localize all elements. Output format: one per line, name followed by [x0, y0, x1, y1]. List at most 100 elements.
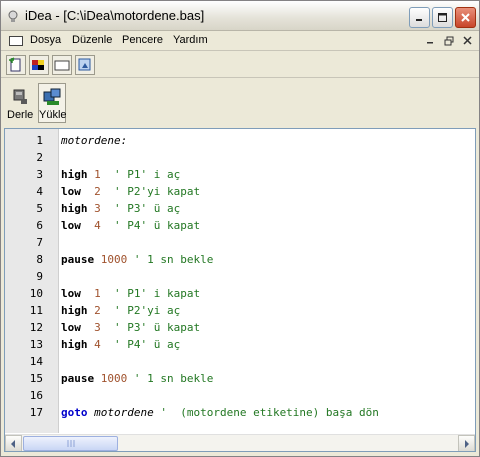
- open-folder-icon: [78, 58, 91, 71]
- minimize-icon: [426, 42, 433, 44]
- menu-dosya[interactable]: Dosya: [30, 34, 61, 46]
- code-token-cmt: ' 1 sn bekle: [127, 253, 214, 266]
- maximize-icon: [438, 13, 447, 22]
- code-token-kw: low: [61, 219, 81, 232]
- line-number: 7: [36, 236, 43, 249]
- scroll-left-button[interactable]: [5, 435, 22, 451]
- code-token-kw: low: [61, 185, 81, 198]
- line-number: 5: [36, 202, 43, 215]
- code-line[interactable]: low 1 ' P1' i kapat: [61, 287, 200, 300]
- code-line[interactable]: pause 1000 ' 1 sn bekle: [61, 372, 213, 385]
- upload-icon: [43, 88, 61, 105]
- line-number: 15: [29, 372, 43, 385]
- code-token-label: motordene: [87, 406, 154, 419]
- yukle-button[interactable]: Yükle: [38, 83, 67, 123]
- open-folder-button[interactable]: [75, 55, 95, 75]
- code-token-kw: high: [61, 338, 88, 351]
- derle-button[interactable]: Derle: [6, 83, 34, 123]
- app-window: iDea - [C:\iDea\motordene.bas] Dosya Düz…: [0, 0, 480, 457]
- grip-icon: [67, 440, 74, 447]
- restore-icon: [444, 36, 454, 45]
- minimize-button[interactable]: [409, 7, 430, 28]
- line-number: 6: [36, 219, 43, 232]
- code-token-kw: low: [61, 287, 81, 300]
- code-token-goto: goto: [61, 406, 88, 419]
- maximize-button[interactable]: [432, 7, 453, 28]
- line-number: 13: [29, 338, 43, 351]
- menu-yardim[interactable]: Yardım: [173, 34, 208, 46]
- line-number: 4: [36, 185, 43, 198]
- code-token-num: 1: [87, 168, 101, 181]
- code-token-cmt: ' (motordene etiketine) başa dön: [153, 406, 379, 419]
- derle-label: Derle: [7, 109, 34, 121]
- line-number: 9: [36, 270, 43, 283]
- code-token-kw: low: [61, 321, 81, 334]
- line-number: 1: [36, 134, 43, 147]
- app-icon: [8, 10, 18, 22]
- mdi-minimize-button[interactable]: [423, 34, 437, 47]
- code-editor[interactable]: 1 2 3 4 5 6 7 8 9 10 11 12 13 14 15 16 17 motordene: high…: [4, 128, 476, 452]
- line-number: 10: [29, 287, 43, 300]
- line-number: 11: [29, 304, 43, 317]
- code-token-num: 2: [80, 185, 101, 198]
- code-token-cmt: ' P3' ü kapat: [100, 321, 201, 334]
- mdi-restore-button[interactable]: [442, 34, 456, 47]
- compile-icon: [13, 89, 27, 104]
- horizontal-scrollbar[interactable]: [5, 434, 475, 451]
- code-token-kw: high: [61, 202, 88, 215]
- minimize-icon: [416, 19, 422, 21]
- code-token-num: 4: [80, 219, 101, 232]
- toolbar-build: Derle Yükle: [1, 81, 479, 125]
- code-line[interactable]: goto motordene ' (motordene etiketine) b…: [61, 406, 379, 419]
- blank-window-button[interactable]: [52, 55, 72, 75]
- code-token-kw: pause: [61, 253, 95, 266]
- code-token-label: motordene:: [61, 134, 128, 147]
- code-token-kw: pause: [61, 372, 95, 385]
- menu-pencere[interactable]: Pencere: [122, 34, 163, 46]
- line-number: 16: [29, 389, 43, 402]
- yukle-label: Yükle: [39, 109, 67, 121]
- close-icon: [461, 13, 470, 22]
- code-token-num: 3: [87, 202, 101, 215]
- code-token-cmt: ' 1 sn bekle: [127, 372, 214, 385]
- menu-bar: Dosya Düzenle Pencere Yardım: [1, 31, 479, 51]
- code-token-num: 4: [87, 338, 101, 351]
- window-title: iDea - [C:\iDea\motordene.bas]: [25, 8, 205, 23]
- code-token-cmt: ' P2'yi aç: [100, 304, 181, 317]
- colors-button[interactable]: [29, 55, 49, 75]
- title-bar[interactable]: iDea - [C:\iDea\motordene.bas]: [1, 1, 479, 31]
- code-line[interactable]: high 2 ' P2'yi aç: [61, 304, 180, 317]
- code-token-cmt: ' P4' ü kapat: [100, 219, 201, 232]
- line-number: 12: [29, 321, 43, 334]
- toolbar-main: [1, 52, 479, 78]
- code-token-cmt: ' P1' i aç: [100, 168, 181, 181]
- code-line[interactable]: low 3 ' P3' ü kapat: [61, 321, 200, 334]
- mdi-close-button[interactable]: [460, 34, 474, 47]
- code-line[interactable]: high 4 ' P4' ü aç: [61, 338, 180, 351]
- code-token-num: 1: [80, 287, 101, 300]
- document-icon[interactable]: [9, 36, 23, 46]
- line-number: 8: [36, 253, 43, 266]
- blank-window-icon: [54, 60, 70, 71]
- code-line[interactable]: low 2 ' P2'yi kapat: [61, 185, 200, 198]
- code-line[interactable]: low 4 ' P4' ü kapat: [61, 219, 200, 232]
- scroll-right-button[interactable]: [458, 435, 475, 451]
- menu-duzenle[interactable]: Düzenle: [72, 34, 112, 46]
- code-line[interactable]: motordene:: [61, 134, 127, 147]
- new-file-button[interactable]: [6, 55, 26, 75]
- code-token-cmt: ' P3' ü aç: [100, 202, 181, 215]
- code-token-kw: high: [61, 168, 88, 181]
- code-line[interactable]: pause 1000 ' 1 sn bekle: [61, 253, 213, 266]
- colors-icon: [32, 60, 44, 70]
- new-file-icon: [9, 57, 21, 72]
- code-token-num: 3: [80, 321, 101, 334]
- scroll-thumb[interactable]: [23, 436, 118, 451]
- line-number: 17: [29, 406, 43, 419]
- code-token-num: 2: [87, 304, 101, 317]
- code-line[interactable]: high 1 ' P1' i aç: [61, 168, 180, 181]
- code-line[interactable]: high 3 ' P3' ü aç: [61, 202, 180, 215]
- code-token-num: 1000: [94, 253, 128, 266]
- close-button[interactable]: [455, 7, 476, 28]
- line-number: 2: [36, 151, 43, 164]
- code-token-kw: high: [61, 304, 88, 317]
